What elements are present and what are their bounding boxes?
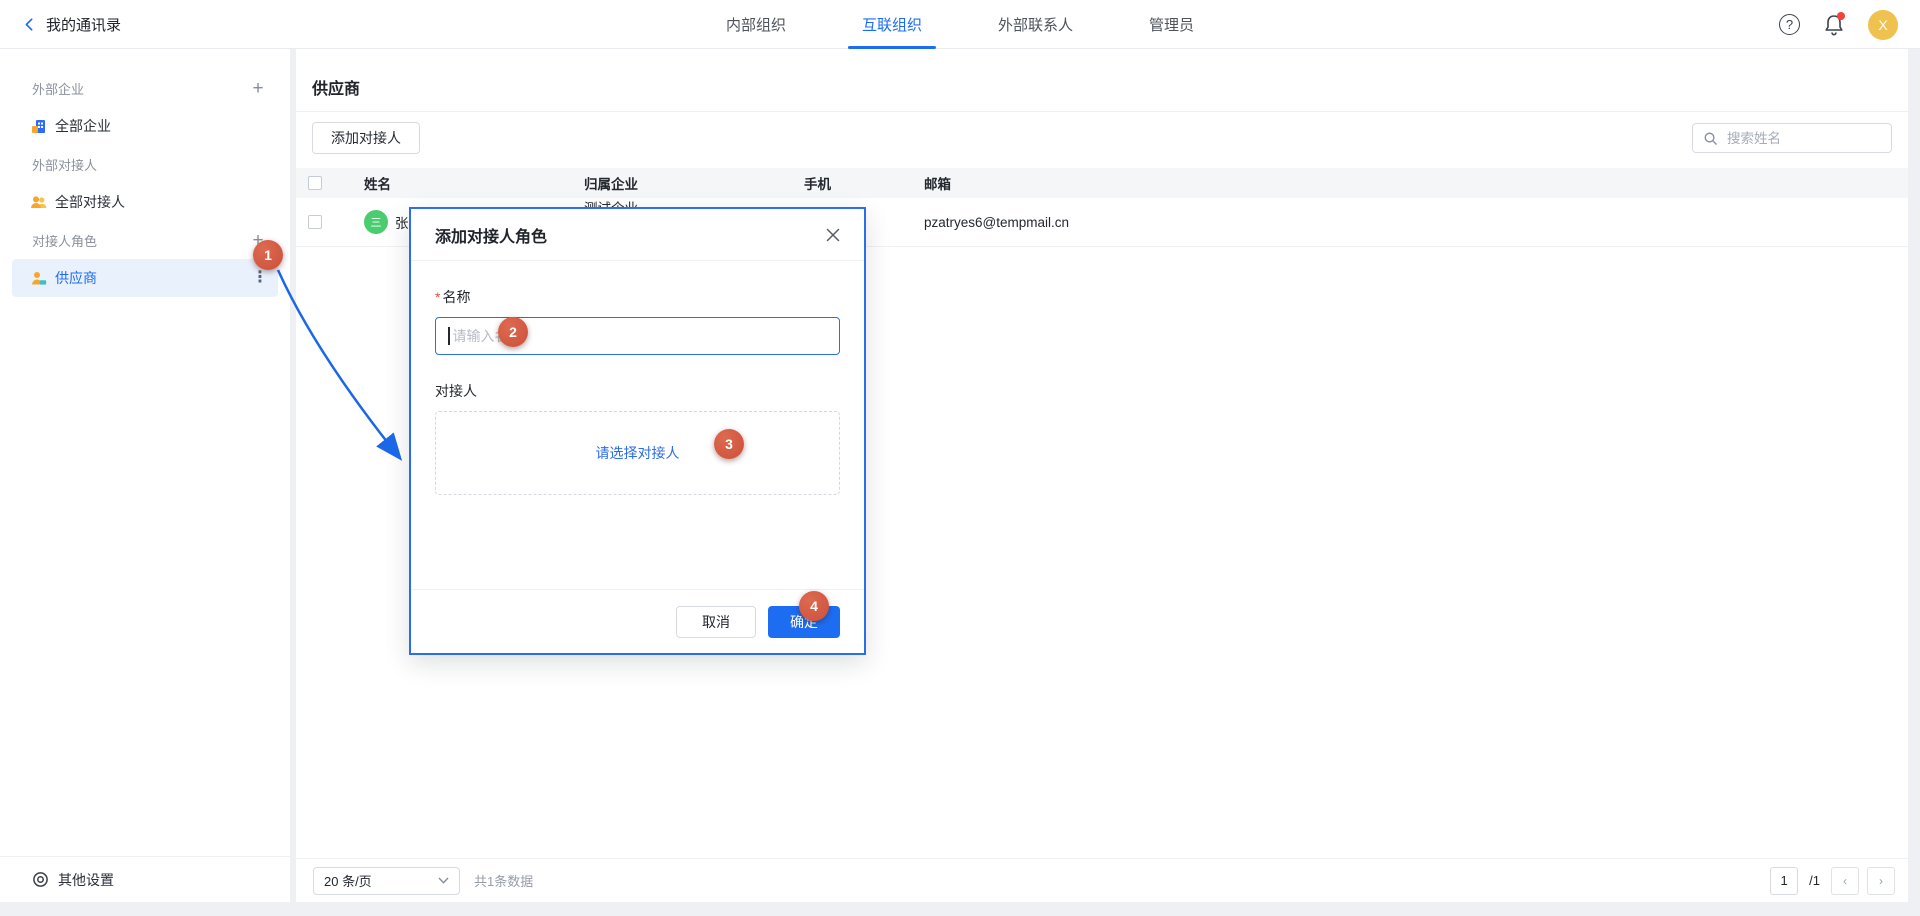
sidebar-section-contact-roles: 对接人角色 + (0, 221, 290, 259)
name-field-label: *名称 (435, 287, 840, 307)
title-divider (296, 111, 1908, 112)
building-icon (30, 118, 47, 135)
add-company-icon[interactable]: + (250, 79, 266, 98)
back-chevron-icon (22, 17, 37, 32)
sidebar-section-external-contacts: 外部对接人 (0, 145, 290, 183)
pagination-bar: 20 条/页 共1条数据 1 /1 ‹ › (296, 858, 1908, 902)
top-bar: 我的通讯录 内部组织 互联组织 外部联系人 管理员 ? X (0, 0, 1920, 49)
tab-internal-org[interactable]: 内部组织 (726, 0, 786, 49)
chevron-down-icon (438, 877, 449, 884)
back-button[interactable]: 我的通讯录 (22, 0, 121, 49)
tab-external-contacts[interactable]: 外部联系人 (998, 0, 1073, 49)
dialog-title: 添加对接人角色 (435, 223, 547, 247)
sidebar-item-label: 全部对接人 (55, 192, 125, 212)
search-input[interactable] (1725, 130, 1881, 147)
add-role-dialog: 添加对接人角色 *名称 请输入名称 对接人 请选择对接人 取消 确定 (409, 207, 866, 655)
section-label: 外部企业 (32, 79, 84, 98)
sidebar-item-label: 全部企业 (55, 116, 111, 136)
contact-field-label: 对接人 (435, 381, 840, 401)
app-root: 我的通讯录 内部组织 互联组织 外部联系人 管理员 ? X 外部企业 + 全部企… (0, 0, 1920, 916)
step-badge-3: 3 (714, 429, 744, 459)
search-box[interactable] (1692, 123, 1892, 153)
sidebar: 外部企业 + 全部企业 外部对接人 全部对接人 对接人角色 + 供应商 (0, 49, 290, 902)
add-contact-button[interactable]: 添加对接人 (312, 122, 420, 154)
help-icon[interactable]: ? (1779, 14, 1800, 35)
sidebar-item-all-companies[interactable]: 全部企业 (12, 107, 278, 145)
column-phone: 手机 (804, 173, 924, 193)
column-name: 姓名 (350, 173, 584, 193)
page-size-select[interactable]: 20 条/页 (313, 867, 460, 895)
sidebar-section-external-company: 外部企业 + (0, 69, 290, 107)
select-contact-link[interactable]: 请选择对接人 (596, 443, 680, 463)
column-email: 邮箱 (924, 173, 1908, 193)
text-caret (448, 327, 450, 345)
topbar-actions: ? X (1779, 0, 1898, 49)
select-all-checkbox[interactable] (308, 176, 322, 190)
prev-page-button[interactable]: ‹ (1831, 867, 1859, 895)
sidebar-footer-settings[interactable]: 其他设置 (0, 856, 290, 902)
cancel-button[interactable]: 取消 (676, 606, 756, 638)
user-avatar[interactable]: X (1868, 10, 1898, 40)
row-email: pzatryes6@tempmail.cn (924, 215, 1908, 230)
search-icon (1703, 131, 1718, 146)
sidebar-item-all-contacts[interactable]: 全部对接人 (12, 183, 278, 221)
item-more-menu-icon[interactable]: ⋮ (252, 270, 268, 286)
notification-bell-icon[interactable] (1824, 14, 1844, 36)
settings-label: 其他设置 (58, 870, 114, 890)
dialog-body: *名称 请输入名称 对接人 请选择对接人 (411, 261, 864, 495)
section-label: 对接人角色 (32, 231, 97, 250)
section-label: 外部对接人 (32, 155, 97, 174)
people-icon (30, 194, 47, 210)
table-header: 姓名 归属企业 手机 邮箱 (296, 168, 1908, 198)
sidebar-item-supplier[interactable]: 供应商 ⋮ (12, 259, 278, 297)
dialog-footer: 取消 确定 (411, 589, 864, 653)
settings-icon (32, 871, 49, 888)
next-page-button[interactable]: › (1867, 867, 1895, 895)
contact-picker-area[interactable]: 请选择对接人 (435, 411, 840, 495)
column-company: 归属企业 (584, 173, 804, 193)
nav-tabs: 内部组织 互联组织 外部联系人 管理员 (726, 0, 1194, 49)
step-badge-2: 2 (498, 317, 528, 347)
tab-admin[interactable]: 管理员 (1149, 0, 1194, 49)
current-page-box[interactable]: 1 (1770, 867, 1798, 895)
notification-dot (1837, 12, 1845, 20)
tab-connected-org[interactable]: 互联组织 (862, 0, 922, 49)
step-badge-4: 4 (799, 591, 829, 621)
back-label: 我的通讯录 (46, 14, 121, 35)
step-badge-1: 1 (253, 240, 283, 270)
page-title: 供应商 (312, 75, 360, 99)
person-role-icon (30, 270, 47, 286)
role-name-input[interactable]: 请输入名称 (435, 317, 840, 355)
total-pages: /1 (1809, 873, 1820, 888)
sidebar-item-label: 供应商 (55, 268, 97, 288)
row-checkbox[interactable] (308, 215, 322, 229)
close-icon[interactable] (826, 228, 840, 242)
total-count: 共1条数据 (474, 871, 533, 890)
name-label-text: 名称 (442, 289, 470, 305)
dialog-header: 添加对接人角色 (411, 209, 864, 261)
page-size-value: 20 条/页 (324, 871, 372, 890)
row-avatar: 三 (364, 210, 388, 234)
required-mark: * (435, 289, 440, 305)
